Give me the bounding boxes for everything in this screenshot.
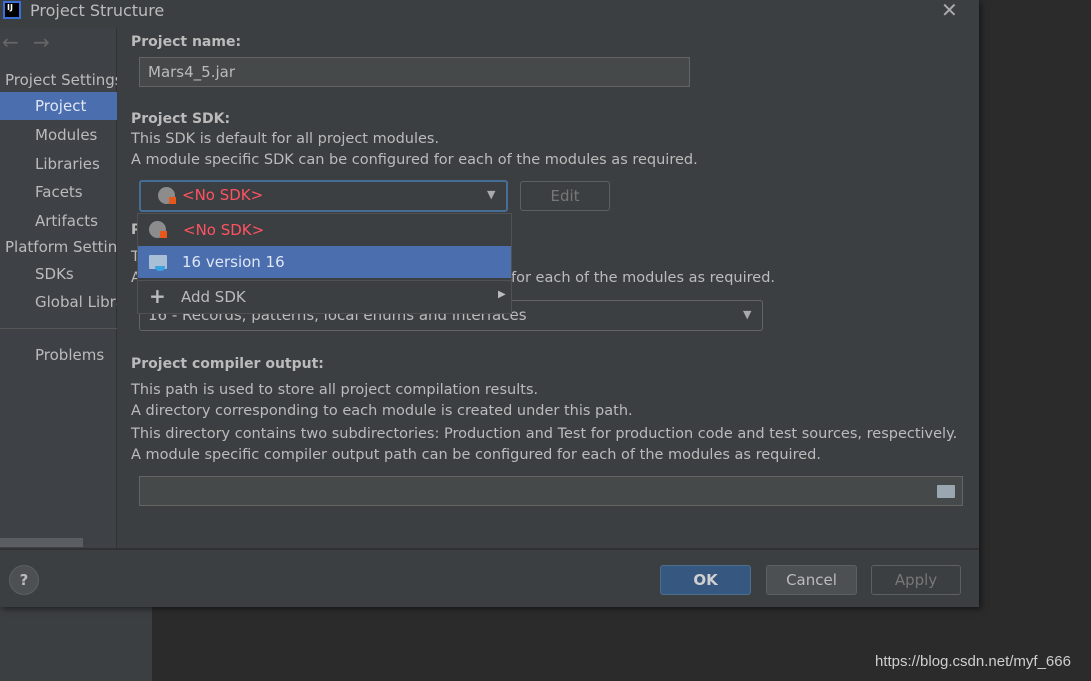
project-structure-dialog: IJ Project Structure ✕ ← → Project Setti… <box>0 0 979 607</box>
compiler-output-desc: This path is used to store all project c… <box>131 382 539 398</box>
project-sdk-label: Project SDK: <box>131 111 231 127</box>
platform-settings-heading: Platform Settings <box>5 238 117 256</box>
project-sdk-desc: This SDK is default for all project modu… <box>131 131 440 147</box>
window-title: Project Structure <box>30 1 165 20</box>
app-icon: IJ <box>3 1 21 19</box>
background-panel <box>0 607 152 681</box>
forward-arrow-icon[interactable]: → <box>33 30 50 54</box>
compiler-output-input[interactable] <box>139 476 963 506</box>
option-label: Add SDK <box>181 288 246 306</box>
sdk-selected-value: <No SDK> <box>182 186 264 204</box>
apply-button[interactable]: Apply <box>871 565 961 595</box>
project-name-label: Project name: <box>131 34 242 50</box>
watermark: https://blog.csdn.net/myf_666 <box>875 653 1071 670</box>
close-icon[interactable]: ✕ <box>941 0 958 22</box>
project-sdk-dropdown[interactable]: <No SDK> ▼ <box>139 180 508 212</box>
sdk-option-add-sdk[interactable]: + Add SDK ▶ <box>138 280 511 313</box>
cancel-button[interactable]: Cancel <box>766 565 857 595</box>
cup-badge-icon <box>155 266 165 271</box>
sidebar-item-project[interactable]: Project <box>0 92 117 120</box>
ok-button[interactable]: OK <box>660 565 751 595</box>
error-badge-icon <box>169 197 176 204</box>
edit-sdk-button[interactable]: Edit <box>520 181 610 211</box>
footer-divider <box>0 548 979 550</box>
sidebar-item-modules[interactable]: Modules <box>0 121 117 149</box>
project-name-input[interactable]: Mars4_5.jar <box>139 57 690 87</box>
language-level-desc-2-end: for each of the modules as required. <box>511 270 776 286</box>
plus-icon: + <box>149 284 166 308</box>
project-sdk-desc-2: A module specific SDK can be configured … <box>131 152 698 168</box>
sidebar-item-global-libraries[interactable]: Global Libraries <box>0 288 117 316</box>
compiler-output-label: Project compiler output: <box>131 356 324 372</box>
chevron-down-icon: ▼ <box>743 308 752 321</box>
sidebar-item-libraries[interactable]: Libraries <box>0 150 117 178</box>
divider <box>0 328 117 329</box>
sidebar-item-problems[interactable]: Problems <box>0 341 117 369</box>
sdk-option-no-sdk[interactable]: <No SDK> <box>138 214 511 246</box>
back-arrow-icon[interactable]: ← <box>2 30 19 54</box>
sdk-popup-menu: <No SDK> 16 version 16 + Add SDK ▶ <box>137 213 512 314</box>
sidebar-item-artifacts[interactable]: Artifacts <box>0 207 117 235</box>
sidebar-item-sdks[interactable]: SDKs <box>0 260 117 288</box>
horizontal-scrollbar[interactable] <box>0 538 83 547</box>
compiler-output-desc: This directory contains two subdirectori… <box>131 426 958 442</box>
chevron-down-icon: ▼ <box>487 188 496 201</box>
option-label: <No SDK> <box>183 221 265 239</box>
folder-icon[interactable] <box>937 485 955 498</box>
compiler-output-desc: A module specific compiler output path c… <box>131 447 821 463</box>
error-badge-icon <box>160 231 167 238</box>
sdk-option-16[interactable]: 16 version 16 <box>138 246 511 278</box>
sidebar-item-facets[interactable]: Facets <box>0 178 117 206</box>
chevron-right-icon: ▶ <box>498 289 506 300</box>
sidebar: ← → Project Settings Project Modules Lib… <box>0 28 117 549</box>
compiler-output-desc: A directory corresponding to each module… <box>131 403 633 419</box>
project-settings-heading: Project Settings <box>5 71 117 89</box>
option-label: 16 version 16 <box>182 253 285 271</box>
help-button[interactable]: ? <box>9 565 39 595</box>
